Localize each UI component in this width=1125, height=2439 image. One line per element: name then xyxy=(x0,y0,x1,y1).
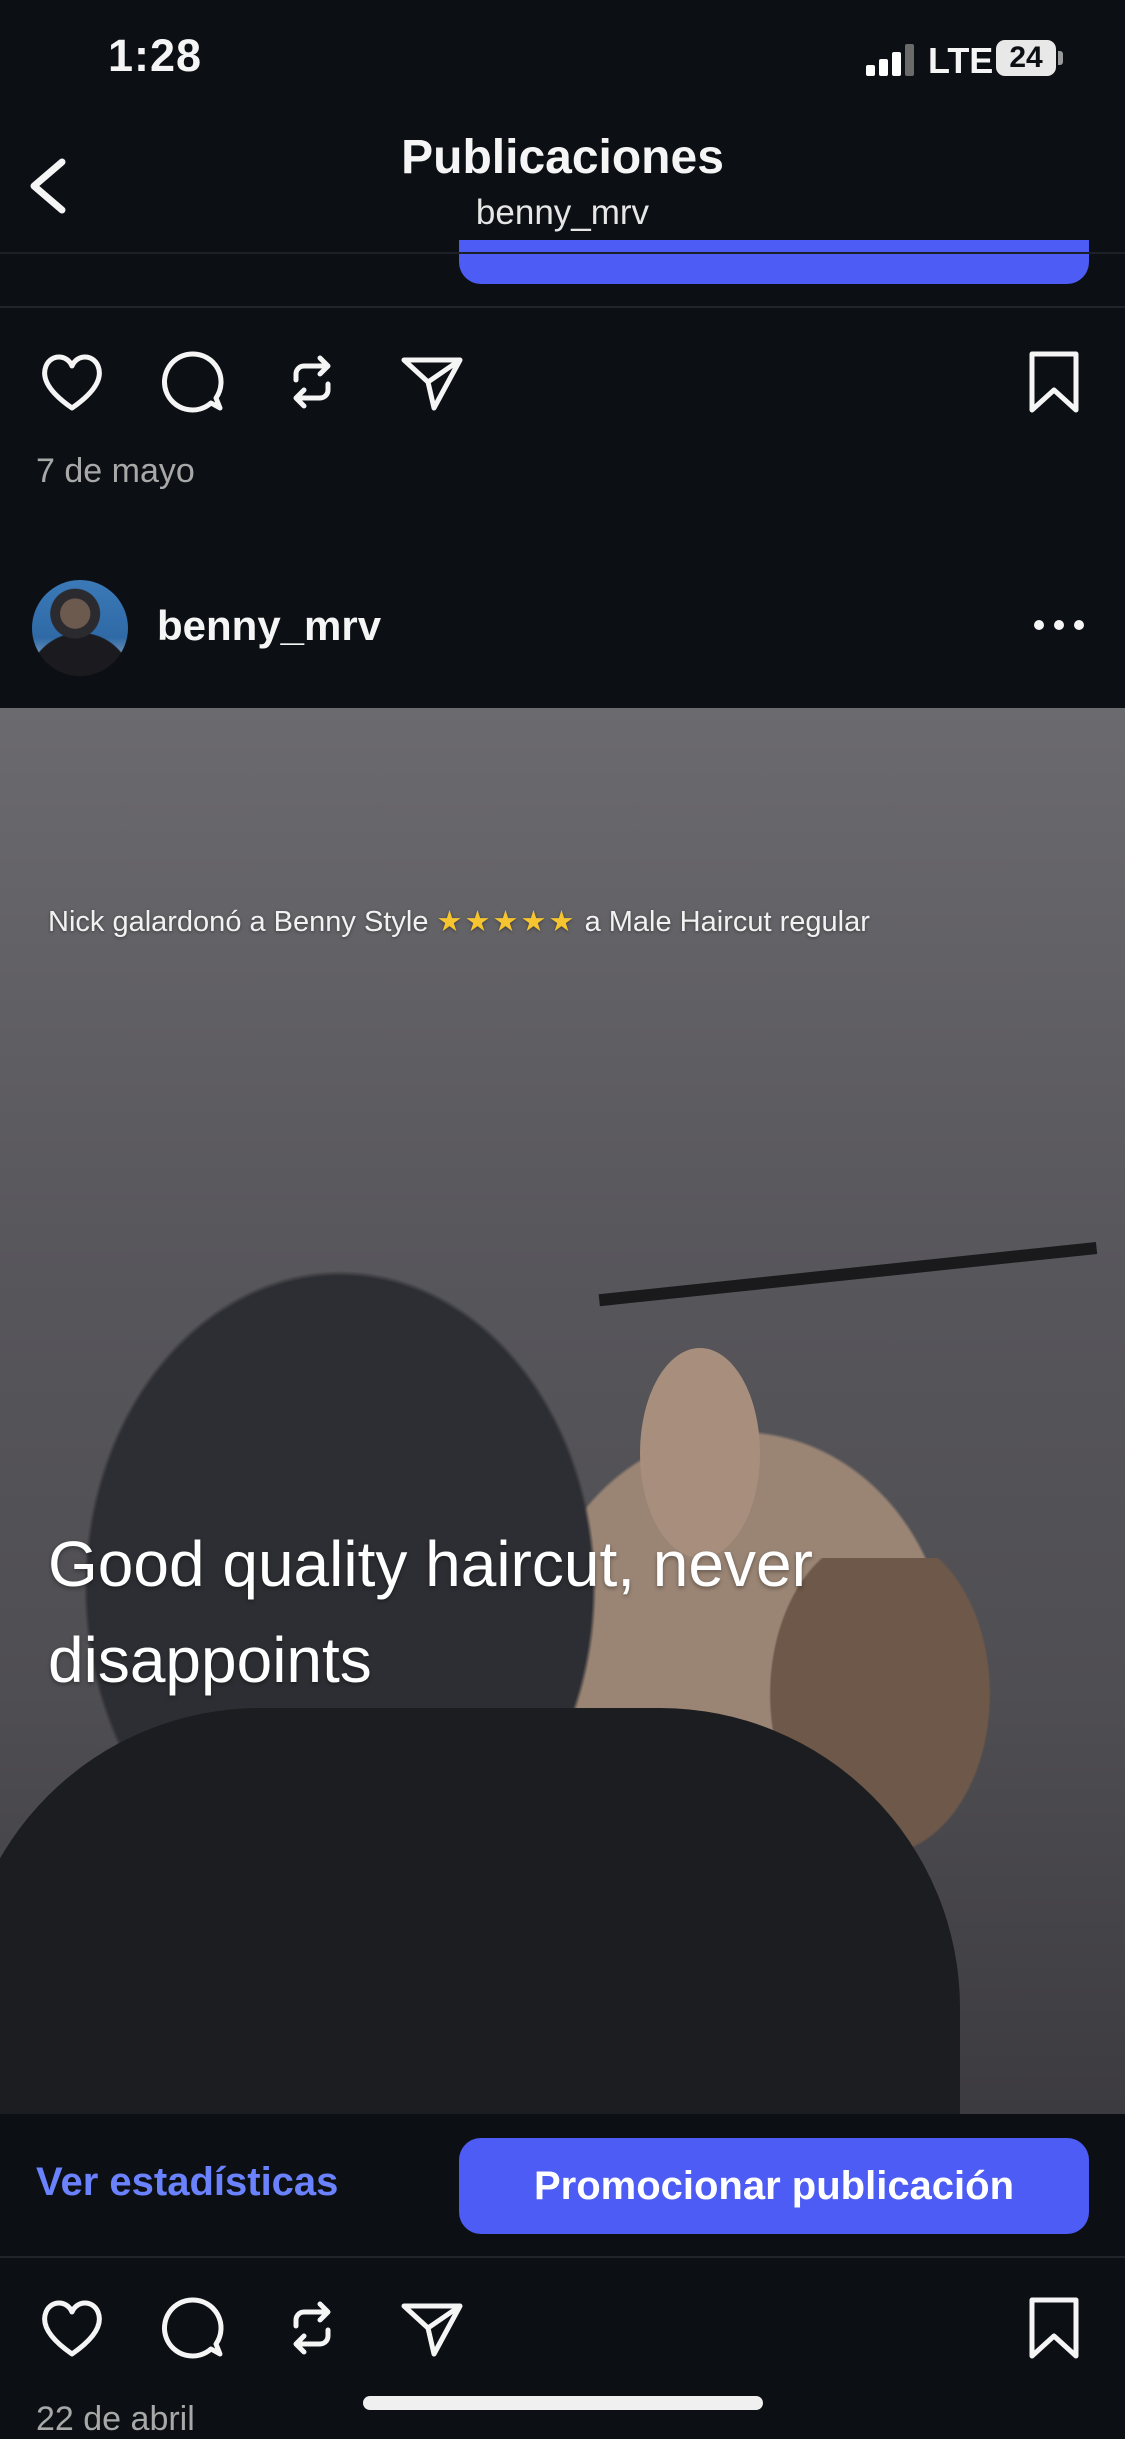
star-rating: ★★★★★ xyxy=(436,906,577,938)
share-icon[interactable] xyxy=(396,2292,468,2364)
like-icon[interactable] xyxy=(36,346,108,418)
page-title: Publicaciones xyxy=(401,131,724,184)
repost-icon[interactable] xyxy=(276,346,348,418)
post-date: 7 de mayo xyxy=(36,452,195,490)
review-text: Good quality haircut, never disappoints xyxy=(48,1528,813,1696)
post-divider xyxy=(0,306,1125,308)
page-subtitle: benny_mrv xyxy=(475,193,650,232)
home-indicator[interactable] xyxy=(363,2396,763,2410)
review-suffix: a Male Haircut regular xyxy=(584,906,870,938)
signal-icon xyxy=(866,44,916,76)
post-divider xyxy=(0,2256,1125,2258)
avatar[interactable] xyxy=(32,580,128,676)
share-icon[interactable] xyxy=(396,346,468,418)
status-time: 1:28 xyxy=(108,30,203,81)
battery-icon: 24 xyxy=(996,40,1056,76)
post-username[interactable]: benny_mrv xyxy=(157,602,381,650)
bookmark-icon[interactable] xyxy=(1018,346,1090,418)
post-image[interactable]: Nick galardonó a Benny Style ★★★★★ a Mal… xyxy=(0,708,1125,2114)
bookmark-icon[interactable] xyxy=(1018,2292,1090,2364)
view-stats-link[interactable]: Ver estadísticas xyxy=(36,2160,338,2205)
promote-button-partial[interactable] xyxy=(459,240,1089,284)
review-prefix: Nick galardonó a Benny Style xyxy=(48,906,429,938)
review-caption: Nick galardonó a Benny Style ★★★★★ a Mal… xyxy=(48,904,870,939)
photo-detail xyxy=(598,1242,1102,1346)
promote-post-button[interactable]: Promocionar publicación xyxy=(459,2138,1089,2234)
photo-detail xyxy=(0,1708,960,2114)
comment-icon[interactable] xyxy=(156,346,228,418)
more-options-icon[interactable] xyxy=(1030,600,1088,650)
like-icon[interactable] xyxy=(36,2292,108,2364)
header-divider xyxy=(0,252,1125,254)
comment-icon[interactable] xyxy=(156,2292,228,2364)
battery-tip xyxy=(1058,51,1063,65)
network-type: LTE xyxy=(928,40,994,81)
post-date: 22 de abril xyxy=(36,2400,195,2438)
repost-icon[interactable] xyxy=(276,2292,348,2364)
